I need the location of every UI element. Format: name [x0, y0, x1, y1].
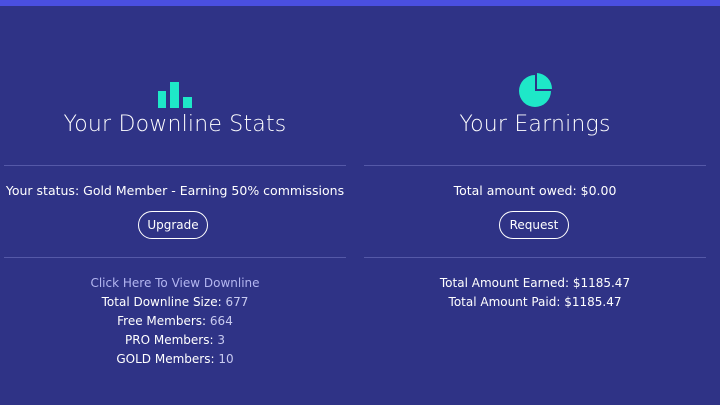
bar-chart-icon — [4, 72, 346, 108]
total-earned-text: Total Amount Earned: $1185.47 — [439, 276, 631, 290]
stat-value: 10 — [218, 352, 234, 366]
divider — [364, 257, 706, 258]
member-status-text: Your status: Gold Member - Earning 50% c… — [5, 183, 345, 198]
amount-owed-text: Total amount owed: $0.00 — [453, 183, 617, 198]
stat-label: Total Downline Size: — [101, 295, 222, 309]
stat-free-members: Free Members: 664 — [4, 312, 346, 331]
downline-stats-title: Your Downline Stats — [63, 112, 287, 137]
view-downline-link[interactable]: Click Here To View Downline — [90, 276, 259, 290]
stat-value: 677 — [225, 295, 249, 309]
divider — [4, 165, 346, 166]
stat-gold-members: GOLD Members: 10 — [4, 350, 346, 369]
stat-total-downline: Total Downline Size: 677 — [4, 293, 346, 312]
stat-label: Free Members: — [117, 314, 207, 328]
earnings-title: Your Earnings — [459, 112, 611, 137]
earnings-stat-list: Total Amount Earned: $1185.47 Total Amou… — [364, 274, 706, 312]
divider — [364, 165, 706, 166]
pie-chart-icon — [364, 72, 706, 108]
earnings-panel: Your Earnings Total amount owed: $0.00 R… — [364, 0, 706, 405]
stat-pro-members: PRO Members: 3 — [4, 331, 346, 350]
request-button[interactable]: Request — [499, 211, 569, 239]
downline-stats-panel: Your Downline Stats Your status: Gold Me… — [4, 0, 346, 405]
stat-value: 664 — [209, 314, 233, 328]
total-paid-text: Total Amount Paid: $1185.47 — [448, 295, 622, 309]
stat-label: GOLD Members: — [116, 352, 215, 366]
upgrade-button[interactable]: Upgrade — [138, 211, 208, 239]
stat-label: PRO Members: — [125, 333, 214, 347]
downline-stat-list: Click Here To View Downline Total Downli… — [4, 274, 346, 369]
stat-value: 3 — [217, 333, 225, 347]
divider — [4, 257, 346, 258]
